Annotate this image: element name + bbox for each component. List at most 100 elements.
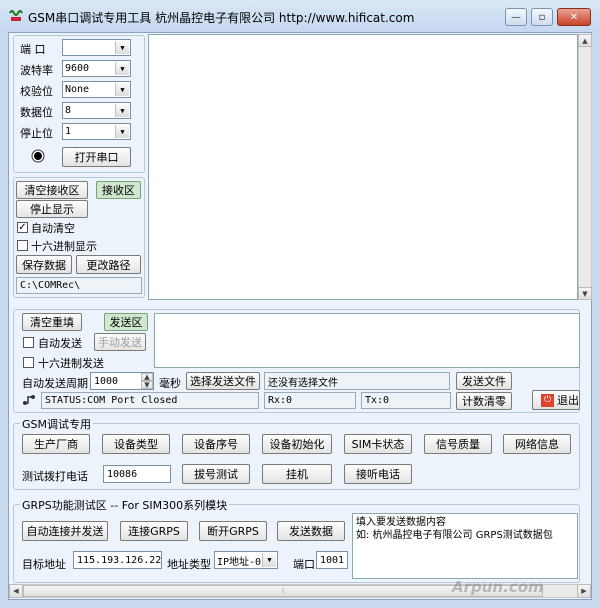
status-field: STATUS:COM Port Closed xyxy=(41,392,259,409)
dial-label: 测试拨打电话 xyxy=(22,470,88,483)
scroll-down-icon[interactable]: ▼ xyxy=(578,287,592,300)
port-label: 端 口 xyxy=(20,43,46,56)
clear-counter-button[interactable]: 计数清零 xyxy=(456,392,512,410)
auto-send-label: 自动发送 xyxy=(38,337,82,350)
maximize-button[interactable]: ▫ xyxy=(531,8,553,26)
tx-counter: Tx:0 xyxy=(361,392,451,409)
gprs-data-line-1: 填入要发送数据内容 xyxy=(356,517,446,528)
address-type-value: IP地址-0 xyxy=(217,556,262,568)
stop-display-button[interactable]: 停止显示 xyxy=(16,200,88,218)
sim-status-button[interactable]: SIM卡状态 xyxy=(344,434,412,454)
parity-select[interactable]: None ▼ xyxy=(62,81,131,98)
chevron-down-icon: ▼ xyxy=(115,125,129,138)
period-down-icon[interactable]: ▼ xyxy=(141,381,153,389)
save-data-button[interactable]: 保存数据 xyxy=(16,255,72,274)
port-select[interactable]: ▼ xyxy=(62,39,131,56)
receive-area-label: 接收区 xyxy=(96,181,141,199)
period-label: 自动发送周期 xyxy=(22,377,88,390)
watermark: Arpun.com xyxy=(452,578,544,596)
device-type-button[interactable]: 设备类型 xyxy=(102,434,170,454)
choose-file-button[interactable]: 选择发送文件 xyxy=(186,372,260,390)
period-unit: 毫秒 xyxy=(159,377,181,390)
network-info-button[interactable]: 网络信息 xyxy=(503,434,571,454)
check-icon: ✓ xyxy=(18,222,27,233)
device-serial-button[interactable]: 设备序号 xyxy=(182,434,250,454)
manufacturer-button[interactable]: 生产厂商 xyxy=(22,434,90,454)
hangup-button[interactable]: 挂机 xyxy=(262,464,332,484)
minimize-icon: — xyxy=(511,11,521,23)
port-number-label: 端口 xyxy=(293,558,315,571)
address-type-select[interactable]: IP地址-0 ▼ xyxy=(214,551,278,569)
connection-icon xyxy=(22,393,36,407)
clear-send-button[interactable]: 清空重填 xyxy=(22,313,82,331)
stopbits-select[interactable]: 1 ▼ xyxy=(62,123,131,140)
close-button[interactable]: ✕ xyxy=(557,8,591,26)
baud-value: 9600 xyxy=(65,63,90,74)
scroll-left-icon[interactable]: ◀ xyxy=(9,584,23,598)
auto-connect-send-button[interactable]: 自动连接并发送 xyxy=(22,521,108,541)
chevron-down-icon: ▼ xyxy=(115,104,129,117)
port-number-input[interactable]: 1001 xyxy=(316,551,348,569)
gprs-panel-title: GRPS功能测试区 -- For SIM300系列模块 xyxy=(20,497,230,513)
manual-send-button[interactable]: 手动发送 xyxy=(94,333,146,351)
exit-button[interactable]: ⏻ 退出 xyxy=(532,390,580,410)
gprs-data-line-2: 如: 杭州晶控电子有限公司 GRPS测试数据包 xyxy=(356,530,553,541)
send-textarea[interactable] xyxy=(154,313,580,368)
dial-number-input[interactable]: 10086 xyxy=(103,465,171,483)
send-area-label: 发送区 xyxy=(104,313,148,331)
clear-receive-button[interactable]: 清空接收区 xyxy=(16,181,88,199)
file-status-field: 还没有选择文件 xyxy=(264,372,450,390)
open-port-button[interactable]: 打开串口 xyxy=(62,147,131,167)
hex-display-label: 十六进制显示 xyxy=(31,240,97,253)
hex-display-checkbox[interactable] xyxy=(17,240,28,251)
disconnect-gprs-button[interactable]: 断开GRPS xyxy=(199,521,267,541)
exit-label: 退出 xyxy=(557,394,579,407)
baud-label: 波特率 xyxy=(20,64,53,77)
gsm-panel-title: GSM调试专用 xyxy=(20,416,93,432)
send-file-button[interactable]: 发送文件 xyxy=(456,372,512,390)
gprs-data-textarea[interactable]: 填入要发送数据内容 如: 杭州晶控电子有限公司 GRPS测试数据包 xyxy=(352,513,578,579)
address-type-label: 地址类型 xyxy=(167,558,211,571)
period-up-icon[interactable]: ▲ xyxy=(141,373,153,381)
stopbits-value: 1 xyxy=(65,126,72,137)
close-icon: ✕ xyxy=(569,11,579,23)
target-address-input[interactable]: 115.193.126.228 xyxy=(73,551,162,569)
receive-vertical-scrollbar[interactable] xyxy=(578,34,592,300)
send-data-button[interactable]: 发送数据 xyxy=(277,521,345,541)
auto-clear-checkbox[interactable]: ✓ xyxy=(17,222,28,233)
scroll-up-icon[interactable]: ▲ xyxy=(578,34,592,47)
databits-label: 数据位 xyxy=(20,106,53,119)
auto-send-checkbox[interactable] xyxy=(23,337,34,348)
signal-quality-button[interactable]: 信号质量 xyxy=(424,434,492,454)
auto-clear-label: 自动清空 xyxy=(31,222,75,235)
databits-select[interactable]: 8 ▼ xyxy=(62,102,131,119)
chevron-down-icon: ▼ xyxy=(115,83,129,96)
chevron-down-icon: ▼ xyxy=(262,553,276,567)
parity-label: 校验位 xyxy=(20,85,53,98)
scroll-right-icon[interactable]: ▶ xyxy=(577,584,591,598)
hex-send-checkbox[interactable] xyxy=(23,357,34,368)
maximize-icon: ▫ xyxy=(538,11,546,23)
answer-button[interactable]: 接听电话 xyxy=(344,464,412,484)
baud-select[interactable]: 9600 ▼ xyxy=(62,60,131,77)
save-path-field: C:\COMRec\ xyxy=(16,277,142,294)
chevron-down-icon: ▼ xyxy=(115,62,129,75)
change-path-button[interactable]: 更改路径 xyxy=(76,255,141,274)
connect-gprs-button[interactable]: 连接GRPS xyxy=(120,521,188,541)
window-title: GSM串口调试专用工具 杭州晶控电子有限公司 http://www.hifica… xyxy=(28,11,415,25)
stopbits-label: 停止位 xyxy=(20,127,53,140)
databits-value: 8 xyxy=(65,105,72,116)
parity-value: None xyxy=(65,84,90,95)
receive-textarea[interactable] xyxy=(148,34,578,300)
dial-test-button[interactable]: 拔号测试 xyxy=(182,464,250,484)
app-icon xyxy=(8,9,24,23)
minimize-button[interactable]: — xyxy=(505,8,527,26)
chevron-down-icon: ▼ xyxy=(115,41,129,54)
target-address-label: 目标地址 xyxy=(22,558,66,571)
port-status-indicator-icon xyxy=(31,149,45,163)
rx-counter: Rx:0 xyxy=(264,392,356,409)
device-init-button[interactable]: 设备初始化 xyxy=(262,434,332,454)
title-bar: GSM串口调试专用工具 杭州晶控电子有限公司 http://www.hifica… xyxy=(0,0,600,32)
power-icon: ⏻ xyxy=(541,393,554,407)
hex-send-label: 十六进制发送 xyxy=(38,357,104,370)
